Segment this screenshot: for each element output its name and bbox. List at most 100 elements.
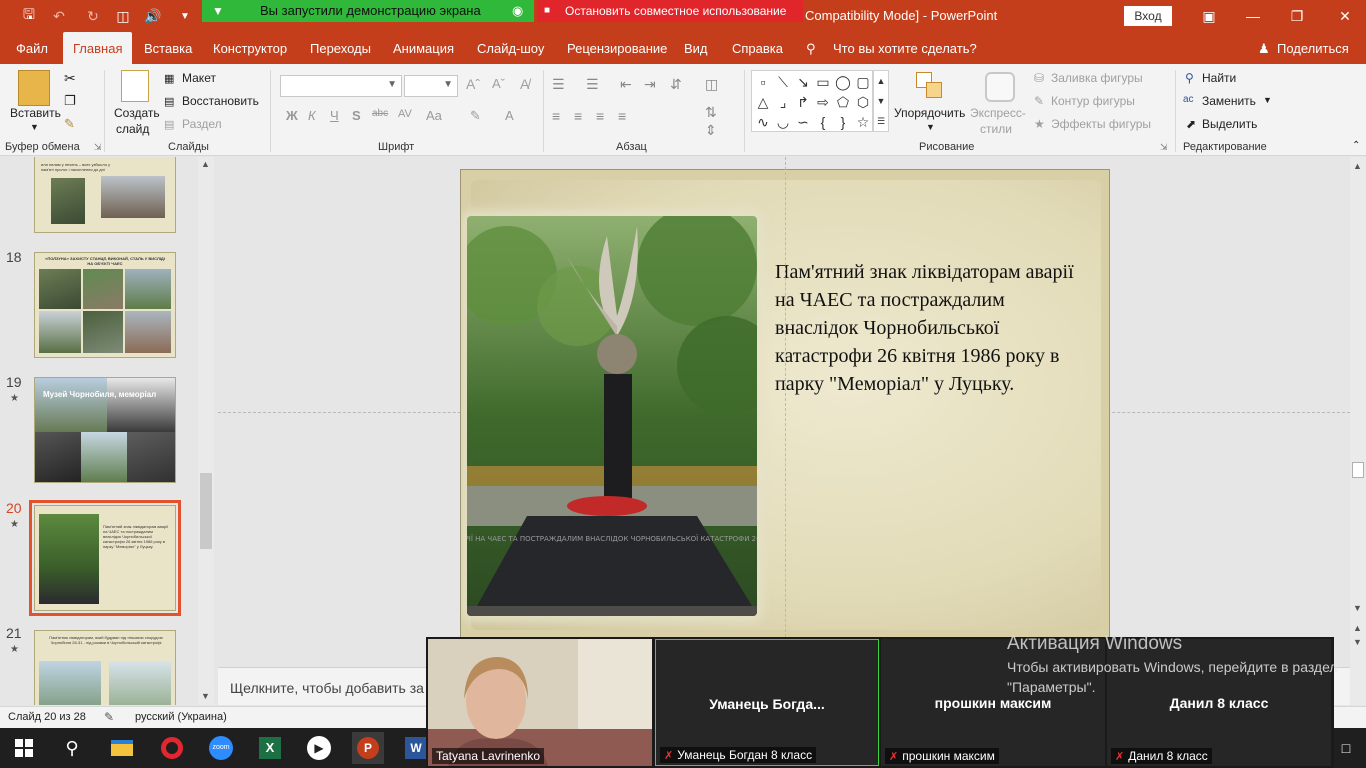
arrange-icon[interactable] [916, 72, 944, 100]
freeform-shape-icon[interactable]: ∿ [754, 113, 772, 131]
speaker-icon[interactable]: 🔊 [142, 6, 164, 26]
replace-button[interactable]: Заменить [1202, 94, 1256, 108]
increase-indent-icon[interactable]: ⇥ [644, 76, 656, 93]
tab-file[interactable]: Файл [16, 32, 48, 64]
opera-icon[interactable] [156, 732, 188, 764]
sign-in-button[interactable]: Вход [1124, 6, 1172, 26]
new-slide-label[interactable]: Создать [114, 106, 160, 120]
media-player-icon[interactable]: ▶ [303, 732, 335, 764]
previous-slide-icon[interactable]: ▲ [1353, 623, 1362, 633]
save-icon[interactable]: 🖫 [18, 6, 40, 26]
chevron-down-icon[interactable]: ▼ [212, 0, 224, 22]
stop-sharing-button[interactable]: ■ Остановить совместное использование [537, 0, 803, 22]
spacing-icon[interactable]: AV [398, 108, 412, 120]
windows-start-icon[interactable] [8, 732, 40, 764]
slide-thumbnail-20[interactable]: Пам'ятний знак ліквідаторам аварії на ЧА… [29, 500, 181, 616]
quick-styles-icon[interactable] [985, 72, 1015, 102]
minimize-icon[interactable]: — [1238, 4, 1268, 28]
thumbnail-scrollbar[interactable]: ▲ ▼ [198, 157, 214, 705]
slide-thumbnail-17[interactable]: или пилам у печень – всех узбысло у пам'… [34, 157, 176, 233]
shadow-icon[interactable]: S [352, 108, 361, 123]
search-icon[interactable]: ⚲ [56, 732, 88, 764]
slide-text-box[interactable]: Пам'ятний знак ліквідаторам аварії на ЧА… [775, 258, 1075, 398]
layout-button[interactable]: Макет [182, 71, 216, 85]
bullets-icon[interactable]: ☰ [552, 76, 565, 93]
textbox-shape-icon[interactable]: ▫ [754, 73, 772, 91]
tab-transitions[interactable]: Переходы [310, 32, 371, 64]
rounded-rect-shape-icon[interactable]: ▢ [854, 73, 872, 91]
align-right-icon[interactable]: ≡ [596, 108, 604, 124]
arrange-button[interactable]: Упорядочить [894, 106, 965, 120]
shapes-gallery[interactable]: ▫ ⟍ ↘ ▭ ◯ ▢ △ ⌟ ↱ ⇨ ⬠ ⬡ ∿ ◡ ∽ { } ☆ [751, 70, 873, 132]
present-from-start-icon[interactable]: ◫ [112, 6, 134, 26]
share-button[interactable]: Поделиться [1277, 32, 1349, 64]
decrease-font-icon[interactable]: Aˇ [492, 76, 505, 91]
scrollbar-thumb[interactable] [1352, 462, 1364, 478]
hexagon-shape-icon[interactable]: ⬡ [854, 93, 872, 111]
pentagon-shape-icon[interactable]: ⬠ [834, 93, 852, 111]
decrease-indent-icon[interactable]: ⇤ [620, 76, 632, 93]
elbow-connector-icon[interactable]: ⌟ [774, 93, 792, 111]
highlight-icon[interactable]: ✎ [470, 108, 481, 124]
change-case-icon[interactable]: Aa [426, 108, 442, 123]
tab-help[interactable]: Справка [732, 32, 783, 64]
strikethrough-icon[interactable]: abc [372, 108, 388, 119]
columns-icon[interactable]: ◫ [705, 76, 718, 93]
arc-shape-icon[interactable]: ◡ [774, 113, 792, 131]
tab-review[interactable]: Рецензирование [567, 32, 667, 64]
collapse-ribbon-icon[interactable]: ⌃ [1352, 140, 1360, 151]
arrow-shape-icon[interactable]: ↘ [794, 73, 812, 91]
next-slide-icon[interactable]: ▼ [1353, 637, 1362, 647]
chevron-down-icon[interactable]: ▼ [926, 122, 935, 132]
elbow-arrow-icon[interactable]: ↱ [794, 93, 812, 111]
slide-thumbnail-21[interactable]: Пам'ятник ліквідаторам, який будуван під… [34, 630, 176, 705]
scroll-up-icon[interactable]: ▲ [201, 159, 210, 169]
undo-icon[interactable]: ↶ [48, 6, 70, 26]
zoom-icon[interactable]: zoom [205, 732, 237, 764]
cut-icon[interactable]: ✂ [64, 70, 76, 87]
language-indicator[interactable]: русский (Украина) [135, 711, 227, 723]
text-direction-icon[interactable]: ⇅ [705, 104, 717, 121]
bold-icon[interactable]: Ж [286, 108, 298, 123]
line-spacing-icon[interactable]: ⇵ [670, 76, 682, 93]
chevron-down-icon[interactable]: ▼ [30, 122, 39, 132]
justify-icon[interactable]: ≡ [618, 108, 626, 124]
clear-formatting-icon[interactable]: A̸ [520, 76, 529, 92]
tab-home[interactable]: Главная [63, 32, 133, 64]
line-shape-icon[interactable]: ⟍ [774, 73, 792, 91]
copy-icon[interactable]: ❐ [64, 93, 76, 109]
redo-icon[interactable]: ↻ [82, 6, 104, 26]
scroll-up-icon[interactable]: ▲ [1353, 161, 1362, 171]
spellcheck-icon[interactable]: ✎ [104, 710, 114, 724]
align-text-icon[interactable]: ⇕ [705, 122, 717, 139]
shape-outline-button[interactable]: Контур фигуры [1051, 94, 1135, 108]
align-left-icon[interactable]: ≡ [552, 108, 560, 124]
scroll-down-icon[interactable]: ▼ [1353, 603, 1362, 613]
font-color-icon[interactable]: A [505, 108, 514, 123]
left-brace-icon[interactable]: { [814, 113, 832, 131]
notes-placeholder[interactable]: Щелкните, чтобы добавить за [230, 680, 424, 696]
star-shape-icon[interactable]: ☆ [854, 113, 872, 131]
restore-icon[interactable]: ❐ [1282, 4, 1312, 28]
paste-icon[interactable] [18, 70, 50, 106]
right-brace-icon[interactable]: } [834, 113, 852, 131]
tab-animations[interactable]: Анимация [393, 32, 454, 64]
self-video-tile[interactable]: Tatyana Lavrinenko [428, 639, 652, 766]
customize-qat-icon[interactable]: ▼ [174, 6, 196, 26]
oval-shape-icon[interactable]: ◯ [834, 73, 852, 91]
slide-thumbnail-19[interactable]: Музей Чорнобиля, меморіал [34, 377, 176, 483]
shape-effects-button[interactable]: Эффекты фигуры [1051, 117, 1151, 131]
increase-font-icon[interactable]: Aˆ [466, 76, 480, 92]
dialog-launcher-icon[interactable]: ⇲ [1160, 142, 1168, 153]
scrollbar-thumb[interactable] [200, 473, 212, 549]
font-name-combo[interactable]: ▼ [280, 75, 402, 97]
close-icon[interactable]: ✕ [1330, 4, 1360, 28]
curve-shape-icon[interactable]: ∽ [794, 113, 812, 131]
format-painter-icon[interactable]: ✎ [64, 116, 75, 132]
tab-slideshow[interactable]: Слайд-шоу [477, 32, 544, 64]
new-slide-icon[interactable] [121, 70, 149, 102]
slide-thumbnail-18[interactable]: «ПОЛЗУНА» ЗАХИСТУ СТАНЦІЇ, ВИКОНАЙ, СТАЛ… [34, 252, 176, 358]
select-button[interactable]: Выделить [1202, 117, 1257, 131]
slide-scrollbar[interactable]: ▲ ▼ ▲ ▼ [1350, 157, 1366, 705]
shape-fill-button[interactable]: Заливка фигуры [1051, 71, 1143, 85]
